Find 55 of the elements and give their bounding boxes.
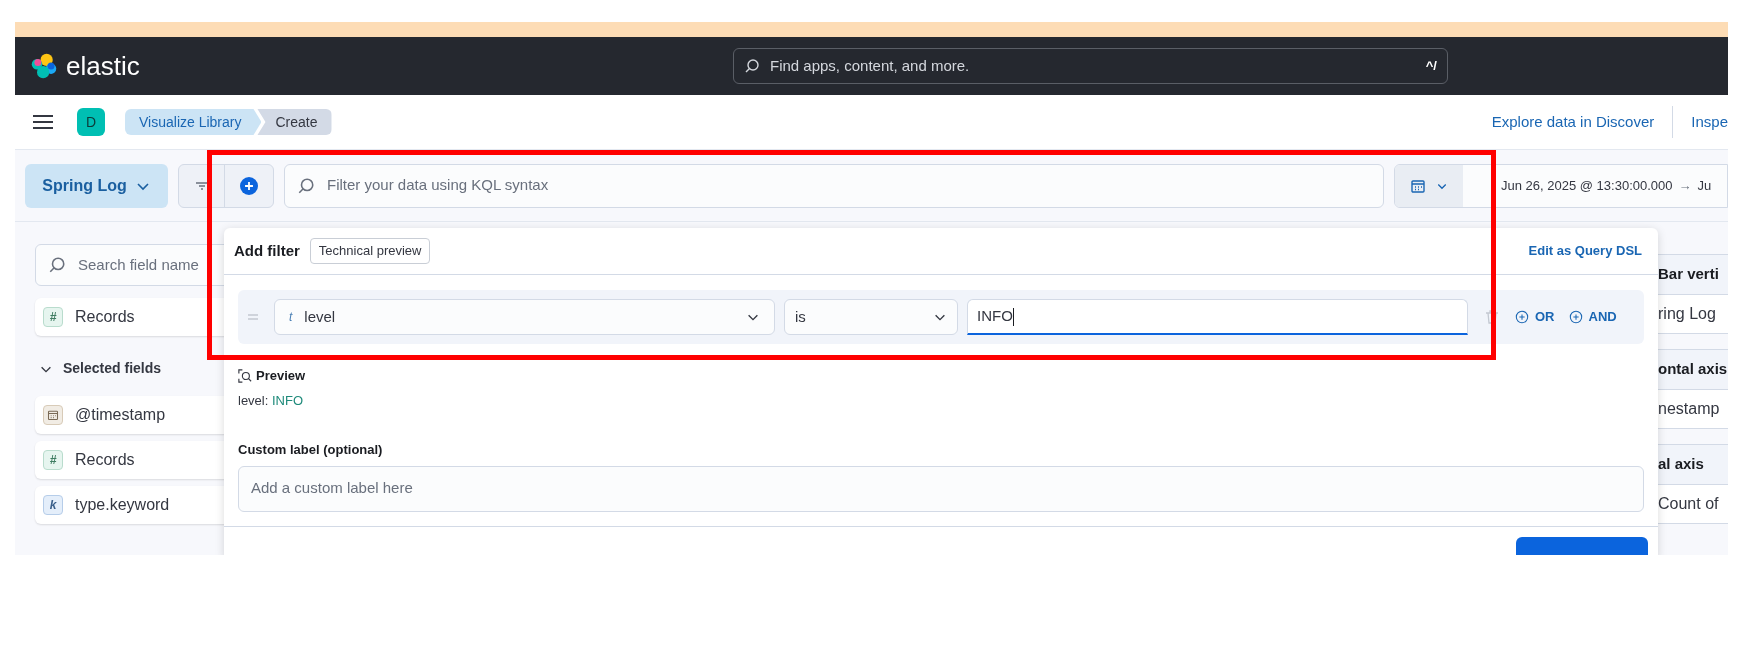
drag-handle-icon[interactable] <box>248 314 258 320</box>
operator-select[interactable]: is <box>784 299 958 335</box>
logo-icon <box>30 52 58 80</box>
or-button[interactable]: OR <box>1515 307 1555 327</box>
type-badge: k <box>43 495 63 515</box>
value-text: INFO <box>977 306 1013 327</box>
plus-circle-icon <box>1515 310 1529 324</box>
panel-heading: Bar verti <box>1658 254 1728 294</box>
field-name: Records <box>75 450 135 470</box>
search-placeholder: Find apps, content, and more. <box>770 55 971 76</box>
start-date[interactable]: Jun 26, 2025 @ 13:30:00.000 <box>1501 175 1673 196</box>
search-icon <box>744 58 760 74</box>
preview-badge: Technical preview <box>309 238 431 264</box>
search-icon <box>297 176 315 195</box>
trash-icon[interactable] <box>1484 309 1500 325</box>
nav-link[interactable]: Explore data in Discover <box>1491 110 1655 134</box>
calendar-icon <box>1410 177 1426 194</box>
panel-value[interactable]: ring Log <box>1658 294 1728 334</box>
panel-heading: al axis <box>1658 444 1728 484</box>
calendar-icon <box>43 405 63 425</box>
logo-text: elastic <box>66 53 140 79</box>
nav-link[interactable]: Inspe <box>1691 110 1728 134</box>
plus-circle-icon <box>240 176 258 195</box>
type-badge: # <box>43 307 63 327</box>
panel-value[interactable]: Count of <box>1658 484 1728 524</box>
field-name: @timestamp <box>75 405 166 425</box>
plus-circle-icon <box>1568 310 1583 324</box>
data-view-button[interactable]: Spring Log <box>25 163 168 208</box>
preview-title: Preview <box>256 367 306 385</box>
preview-icon <box>238 368 252 383</box>
type-badge: # <box>43 450 63 470</box>
field-name: type.keyword <box>75 495 170 515</box>
panel-value[interactable]: nestamp <box>1658 389 1728 429</box>
field-type-icon: t <box>289 308 293 326</box>
end-date[interactable]: Ju <box>1697 175 1712 196</box>
field-select[interactable]: t level <box>274 299 775 335</box>
custom-label-field[interactable]: Add a custom label here <box>238 465 1644 512</box>
shortcut-hint: ^/ <box>1425 57 1437 76</box>
field-search-placeholder: Search field name <box>78 254 199 275</box>
menu-icon[interactable] <box>33 114 53 130</box>
breadcrumb[interactable]: Create <box>257 109 332 135</box>
and-button[interactable]: AND <box>1568 307 1617 327</box>
search-field[interactable]: Find apps, content, and more. ^/ <box>733 48 1448 84</box>
query-placeholder: Filter your data using KQL syntax <box>327 175 549 196</box>
filter-icon <box>195 180 208 191</box>
date-picker-button[interactable] <box>1395 164 1463 207</box>
value-field[interactable]: INFO <box>967 299 1468 335</box>
search-icon <box>48 256 66 274</box>
query-field[interactable]: Filter your data using KQL syntax <box>284 163 1384 208</box>
panel-heading: ontal axis <box>1658 349 1728 389</box>
breadcrumb[interactable]: Visualize Library <box>125 109 262 135</box>
edit-query-link[interactable]: Edit as Query DSL <box>1528 241 1642 261</box>
space-avatar[interactable]: D <box>77 108 105 136</box>
field-name: Records <box>75 307 135 327</box>
arrow-text: → <box>1678 176 1692 195</box>
